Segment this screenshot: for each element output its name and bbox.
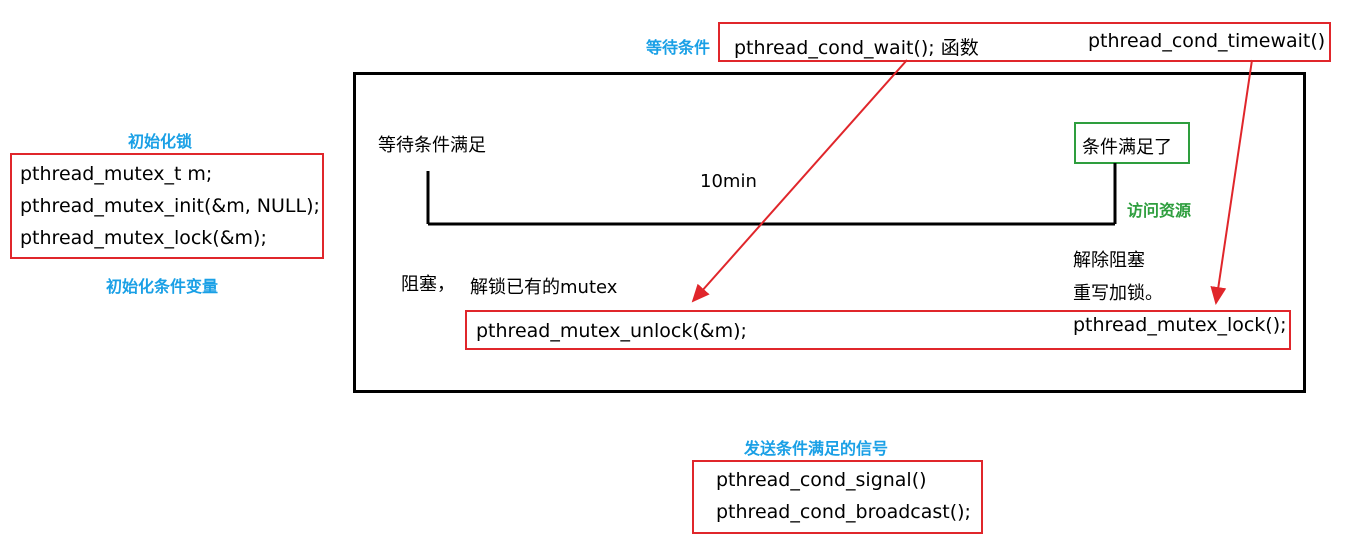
unlock-description: 解锁已有的mutex	[470, 277, 618, 298]
duration-label: 10min	[700, 171, 757, 192]
access-resource-label: 访问资源	[1127, 201, 1192, 220]
wait-condition-label: 等待条件	[646, 38, 711, 57]
mutex-lock-line: pthread_mutex_lock(&m);	[20, 227, 267, 249]
relock-label: 重写加锁。	[1073, 283, 1163, 304]
unblock-label: 解除阻塞	[1073, 250, 1145, 271]
mutex-init-line: pthread_mutex_init(&m, NULL);	[20, 195, 320, 217]
cond-wait-call: pthread_cond_wait(); 函数	[734, 37, 979, 59]
mutex-relock-call: pthread_mutex_lock();	[1073, 314, 1287, 336]
wait-start-label: 等待条件满足	[378, 135, 486, 156]
signal-code-box: pthread_cond_signal() pthread_cond_broad…	[692, 460, 983, 534]
init-lock-title: 初始化锁	[128, 132, 193, 151]
blocked-label: 阻塞，	[401, 274, 455, 295]
signal-title: 发送条件满足的信号	[744, 439, 889, 458]
wait-functions-box: pthread_cond_wait(); 函数 pthread_cond_tim…	[718, 22, 1331, 62]
cond-signal-line: pthread_cond_signal()	[716, 469, 927, 491]
mutex-unlock-call: pthread_mutex_unlock(&m);	[476, 320, 747, 342]
condition-met-label: 条件满足了	[1082, 137, 1172, 158]
mutex-declaration-line: pthread_mutex_t m;	[20, 163, 213, 185]
init-code-box: pthread_mutex_t m; pthread_mutex_init(&m…	[10, 153, 324, 259]
cond-broadcast-line: pthread_cond_broadcast();	[716, 501, 971, 523]
init-condvar-label: 初始化条件变量	[106, 277, 219, 296]
cond-timewait-call: pthread_cond_timewait()	[1088, 30, 1326, 52]
condition-met-box: 条件满足了	[1074, 122, 1190, 164]
unlock-lock-box: pthread_mutex_unlock(&m); pthread_mutex_…	[465, 310, 1291, 350]
